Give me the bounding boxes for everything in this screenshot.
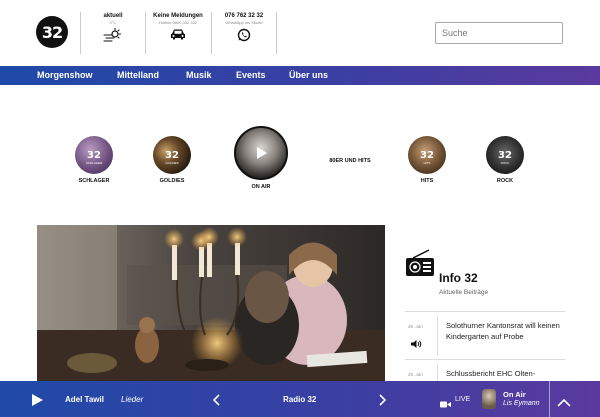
news-divider [437,316,438,356]
whatsapp-widget[interactable]: 076 762 32 32 WhatsApp ins Studio [218,13,270,42]
featured-article-image[interactable] [37,225,385,381]
channel-logo: 32 SCHLAGER [75,136,113,174]
radio32-logo[interactable]: 32 [36,16,68,48]
live-label[interactable]: LIVE [455,396,470,403]
news-title[interactable]: Solothurner Kantonsrat will keinen Kinde… [446,320,562,342]
channel-on-air[interactable]: ON AIR [232,126,290,190]
next-station-button[interactable] [379,393,387,411]
player-bar: Adel Tawil Lieder Radio 32 LIVE On Air L… [0,381,600,417]
player-divider [549,381,550,417]
nav-item-ueber-uns[interactable]: Über uns [289,70,328,80]
play-button[interactable] [31,393,43,411]
channel-logo: 32 GOLDIES [153,136,191,174]
chevron-right-icon [379,394,387,406]
nav-item-musik[interactable]: Musik [186,70,212,80]
channel-logo: 32 ROCK [486,136,524,174]
search-input[interactable] [435,22,563,44]
news-date: 25. Jan [408,372,423,377]
channel-schlager[interactable]: 32 SCHLAGER SCHLAGER [70,136,118,184]
car-icon [150,28,206,40]
news-date: 26. Jan [408,324,423,329]
camera-icon [440,401,451,408]
info-title: Info 32 [439,271,478,285]
page: 32 aktuell 2°C Keine Meldungen Hotline 0… [0,0,600,417]
player-artist: Adel Tawil [65,395,104,404]
player-station: Radio 32 [283,395,317,404]
expand-player-button[interactable] [557,394,571,412]
header-divider [211,12,212,54]
chevron-left-icon [212,394,220,406]
candlelight-photo [37,225,385,381]
speaker-icon [410,336,422,354]
main-nav: Morgenshow Mittelland Musik Events Über … [0,66,600,85]
weather-widget[interactable]: aktuell 2°C [94,13,132,42]
news-title[interactable]: Schlussbericht EHC Olten- [446,368,562,379]
channel-rock[interactable]: 32 ROCK ROCK [481,136,529,184]
channel-hits[interactable]: 32 HITS HITS [403,136,451,184]
channel-80er-und-hits[interactable]: 80ER UND HITS [322,158,378,164]
host-name: Lis Eymann [503,400,540,407]
nav-item-events[interactable]: Events [236,70,266,80]
prev-station-button[interactable] [212,393,220,411]
channel-goldies[interactable]: 32 GOLDIES GOLDIES [148,136,196,184]
player-song: Lieder [121,395,144,404]
on-air-avatar [234,126,288,180]
news-item[interactable]: 26. Jan Solothurner Kantonsrat will kein… [405,311,565,359]
header: 32 aktuell 2°C Keine Meldungen Hotline 0… [0,0,600,66]
live-button[interactable] [440,396,451,414]
nav-item-morgenshow[interactable]: Morgenshow [37,70,93,80]
play-icon [32,394,43,406]
whatsapp-icon [218,28,270,42]
header-divider [145,12,146,54]
radio-icon [405,248,435,283]
nav-item-mittelland[interactable]: Mittelland [117,70,159,80]
play-icon [257,147,267,159]
chevron-up-icon [557,398,571,407]
weather-icon [94,28,132,42]
info-subtitle: Aktuelle Beiträge [439,289,489,296]
on-air-label: On Air [503,390,526,399]
header-divider [276,12,277,54]
host-avatar [482,389,496,409]
channel-logo: 32 HITS [408,136,446,174]
traffic-widget[interactable]: Keine Meldungen Hotline 0800 332 332 [150,13,206,40]
header-divider [80,12,81,54]
